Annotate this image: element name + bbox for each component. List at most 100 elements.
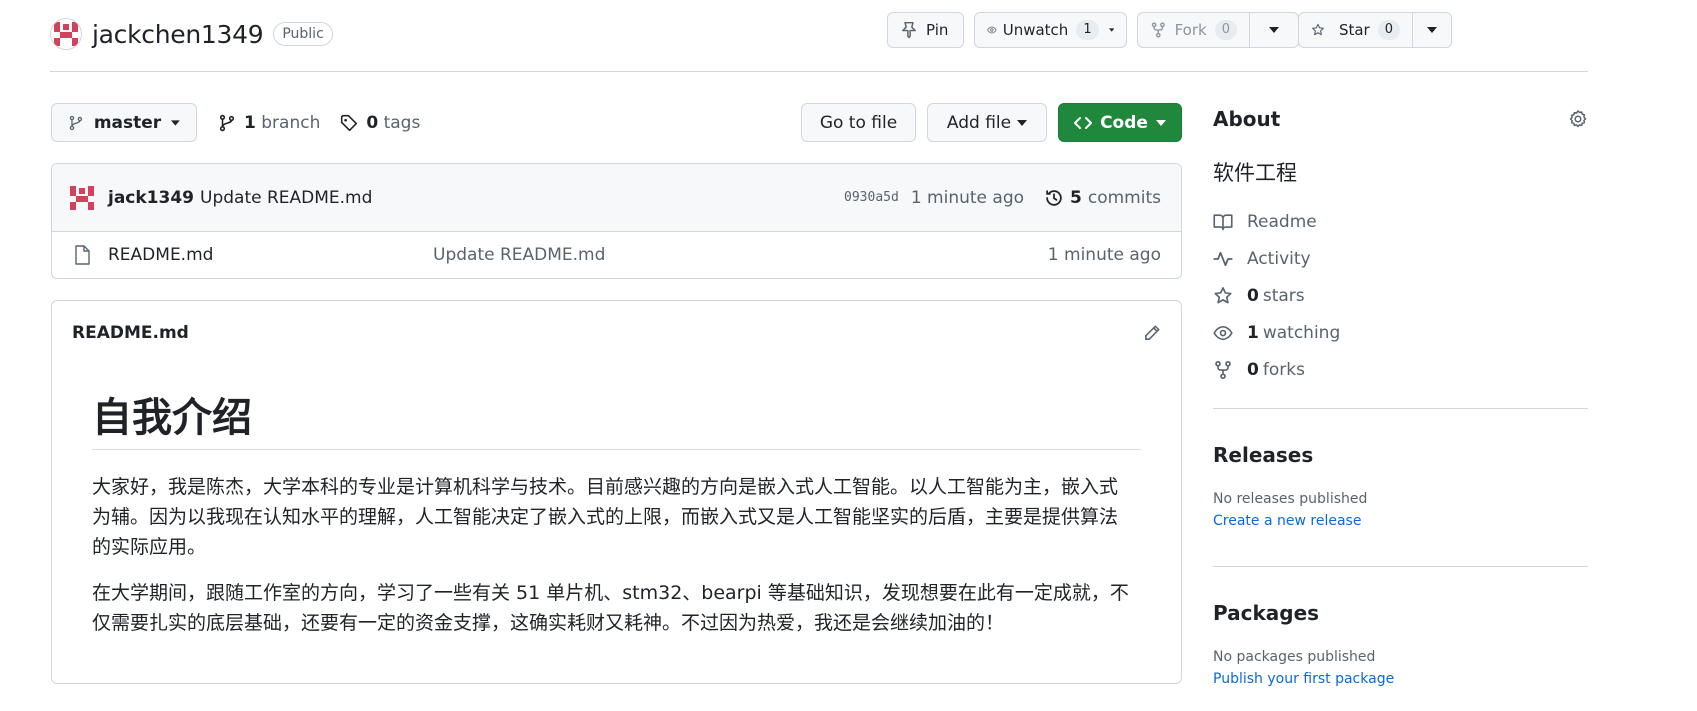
pin-button[interactable]: Pin xyxy=(887,12,964,48)
author-avatar[interactable] xyxy=(68,184,96,212)
fork-button-group: Fork 0 xyxy=(1137,12,1299,48)
watching-word: watching xyxy=(1262,322,1341,343)
stars-count: 0 xyxy=(1247,285,1259,306)
add-file-button[interactable]: Add file xyxy=(927,103,1047,142)
star-button-group: Star 0 xyxy=(1298,12,1452,48)
branch-tag-info: 1 branch 0 tags xyxy=(218,103,420,142)
branches-link[interactable]: 1 branch xyxy=(244,113,320,133)
releases-title[interactable]: Releases xyxy=(1213,443,1588,467)
caret-down-icon xyxy=(1427,27,1437,33)
code-label: Code xyxy=(1100,112,1148,133)
go-to-file-button[interactable]: Go to file xyxy=(801,103,916,142)
readme-paragraph-2: 在大学期间，跟随工作室的方向，学习了一些有关 51 单片机、stm32、bear… xyxy=(92,582,1129,634)
about-description: 软件工程 xyxy=(1213,161,1297,185)
pin-label: Pin xyxy=(926,21,949,39)
fork-icon xyxy=(1151,22,1165,38)
caret-down-icon xyxy=(171,119,180,126)
forks-word: forks xyxy=(1262,359,1305,380)
pencil-icon xyxy=(1145,325,1160,340)
caret-down-icon xyxy=(1269,27,1279,33)
forks-link[interactable]: 0 forks xyxy=(1213,351,1588,388)
tags-link[interactable]: 0 tags xyxy=(366,113,420,133)
star-icon xyxy=(1312,23,1324,36)
commit-age: 1 minute ago xyxy=(910,187,1025,208)
stars-word: stars xyxy=(1262,285,1305,306)
code-button[interactable]: Code xyxy=(1058,103,1182,142)
caret-down-icon xyxy=(1017,119,1028,126)
file-name[interactable]: README.md xyxy=(108,245,433,265)
sidebar-divider xyxy=(1213,566,1588,567)
about-header: About xyxy=(1213,107,1588,131)
readme-paragraph-1: 大家好，我是陈杰，大学本科的专业是计算机科学与技术。目前感兴趣的方向是嵌入式人工… xyxy=(92,476,1119,558)
file-commit-message[interactable]: Update README.md xyxy=(433,245,605,265)
repo-name-link[interactable]: jackchen1349 xyxy=(92,20,264,49)
star-dropdown-button[interactable] xyxy=(1412,12,1452,48)
create-release-link[interactable]: Create a new release xyxy=(1213,513,1588,529)
pin-icon xyxy=(902,21,916,39)
readme-heading: 自我介绍 xyxy=(92,385,1141,450)
gear-icon xyxy=(1569,110,1587,128)
caret-down-icon xyxy=(1155,119,1166,126)
about-title: About xyxy=(1213,107,1281,131)
add-file-label: Add file xyxy=(946,112,1012,133)
latest-commit-row: jack1349 Update README.md 0930a5d 1 minu… xyxy=(52,164,1181,232)
file-table: jack1349 Update README.md 0930a5d 1 minu… xyxy=(51,163,1182,279)
fork-icon xyxy=(1215,360,1231,379)
tag-word: tags xyxy=(383,112,421,133)
star-button[interactable]: Star 0 xyxy=(1298,12,1412,48)
visibility-badge: Public xyxy=(273,22,333,46)
file-age: 1 minute ago xyxy=(1047,245,1161,265)
readme-panel: README.md 自我介绍 大家好，我是陈杰，大学本科的专业是计算机科学与技术… xyxy=(51,300,1182,684)
eye-icon xyxy=(1213,325,1233,340)
commits-link[interactable]: 5 commits xyxy=(1044,188,1161,208)
readme-content: 自我介绍 大家好，我是陈杰，大学本科的专业是计算机科学与技术。目前感兴趣的方向是… xyxy=(52,365,1181,638)
edit-readme-button[interactable] xyxy=(1143,324,1161,342)
branch-word: branch xyxy=(261,112,321,133)
file-icon xyxy=(75,245,90,265)
pulse-icon xyxy=(1213,251,1233,266)
about-list: Readme Activity 0 stars 1 watching 0 forks xyxy=(1213,203,1588,388)
branch-name: master xyxy=(93,112,162,133)
branch-icon xyxy=(69,115,83,130)
activity-link[interactable]: Activity xyxy=(1213,240,1588,277)
fork-dropdown-button[interactable] xyxy=(1249,12,1299,48)
commit-message[interactable]: Update README.md xyxy=(200,188,372,208)
forks-count: 0 xyxy=(1247,359,1259,380)
readme-filename[interactable]: README.md xyxy=(72,323,189,343)
star-count: 0 xyxy=(1377,20,1400,40)
branch-select-button[interactable]: master xyxy=(51,103,197,142)
activity-link-label: Activity xyxy=(1247,248,1311,269)
branch-count: 1 xyxy=(244,112,256,133)
stars-link[interactable]: 0 stars xyxy=(1213,277,1588,314)
releases-empty-text: No releases published xyxy=(1213,491,1368,507)
caret-down-icon xyxy=(1108,28,1114,32)
repo-header: jackchen1349 Public xyxy=(50,14,333,54)
commit-meta: 0930a5d 1 minute ago 5 commits xyxy=(844,188,1161,208)
fork-button[interactable]: Fork 0 xyxy=(1137,12,1249,48)
sidebar-divider xyxy=(1213,408,1588,409)
commit-sha[interactable]: 0930a5d xyxy=(844,190,899,205)
book-icon xyxy=(1213,213,1233,230)
star-icon xyxy=(1214,286,1232,303)
header-divider xyxy=(50,71,1588,72)
packages-title[interactable]: Packages xyxy=(1213,601,1588,625)
commit-word: commits xyxy=(1087,187,1161,208)
history-icon xyxy=(1046,189,1062,206)
readme-link-label: Readme xyxy=(1247,211,1317,232)
readme-link[interactable]: Readme xyxy=(1213,203,1588,240)
commit-author[interactable]: jack1349 xyxy=(108,188,194,208)
fork-count: 0 xyxy=(1214,20,1237,40)
branch-icon xyxy=(219,114,235,131)
unwatch-button[interactable]: Unwatch 1 xyxy=(974,12,1127,48)
publish-package-link[interactable]: Publish your first package xyxy=(1213,671,1588,687)
tag-count: 0 xyxy=(366,112,379,133)
eye-icon xyxy=(987,26,997,34)
readme-header: README.md xyxy=(52,301,1181,365)
edit-about-button[interactable] xyxy=(1568,109,1588,129)
owner-avatar[interactable] xyxy=(50,18,82,50)
avatar-identicon xyxy=(54,22,78,46)
watching-count: 1 xyxy=(1247,322,1259,343)
watchers-link[interactable]: 1 watching xyxy=(1213,314,1588,351)
file-row[interactable]: README.md Update README.md 1 minute ago xyxy=(52,232,1181,278)
tag-icon xyxy=(341,114,358,131)
